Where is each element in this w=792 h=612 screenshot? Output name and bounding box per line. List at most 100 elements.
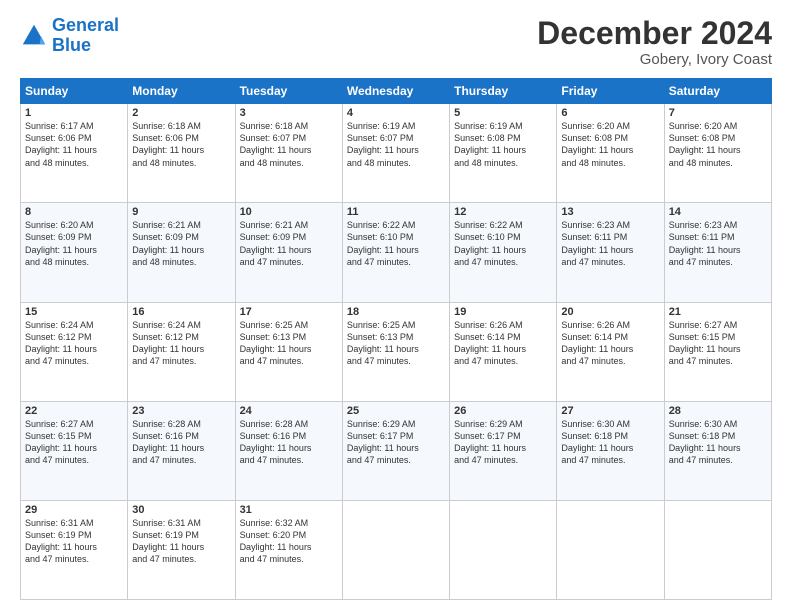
logo-line2: Blue	[52, 35, 91, 55]
day-info: Sunrise: 6:18 AMSunset: 6:06 PMDaylight:…	[132, 121, 204, 167]
day-info: Sunrise: 6:25 AMSunset: 6:13 PMDaylight:…	[347, 320, 419, 366]
day-info: Sunrise: 6:31 AMSunset: 6:19 PMDaylight:…	[25, 518, 97, 564]
day-info: Sunrise: 6:30 AMSunset: 6:18 PMDaylight:…	[669, 419, 741, 465]
calendar-cell	[450, 500, 557, 599]
day-number: 21	[669, 306, 767, 318]
calendar-cell: 11 Sunrise: 6:22 AMSunset: 6:10 PMDayligh…	[342, 203, 449, 302]
day-number: 19	[454, 306, 552, 318]
logo-text: General Blue	[52, 16, 119, 56]
calendar-cell: 19Sunrise: 6:26 AMSunset: 6:14 PMDayligh…	[450, 302, 557, 401]
day-info: Sunrise: 6:28 AMSunset: 6:16 PMDaylight:…	[240, 419, 312, 465]
calendar-cell: 20Sunrise: 6:26 AMSunset: 6:14 PMDayligh…	[557, 302, 664, 401]
day-number: 4	[347, 107, 445, 119]
day-info: Sunrise: 6:29 AMSunset: 6:17 PMDaylight:…	[454, 419, 526, 465]
calendar-week-4: 22 Sunrise: 6:27 AMSunset: 6:15 PMDayligh…	[21, 401, 772, 500]
day-number: 13	[561, 206, 659, 218]
logo-line1: General	[52, 15, 119, 35]
day-number: 27	[561, 405, 659, 417]
calendar-cell: 27 Sunrise: 6:30 AMSunset: 6:18 PMDayligh…	[557, 401, 664, 500]
day-number: 11	[347, 206, 445, 218]
calendar-cell: 23Sunrise: 6:28 AMSunset: 6:16 PMDayligh…	[128, 401, 235, 500]
day-info: Sunrise: 6:27 AMSunset: 6:15 PMDaylight:…	[669, 320, 741, 366]
page: General Blue December 2024 Gobery, Ivory…	[0, 0, 792, 612]
day-info: Sunrise: 6:22 AMSunset: 6:10 PMDaylight:…	[347, 220, 419, 266]
calendar-week-1: 1 Sunrise: 6:17 AMSunset: 6:06 PMDaylight…	[21, 104, 772, 203]
day-number: 7	[669, 107, 767, 119]
calendar-cell: 10 Sunrise: 6:21 AMSunset: 6:09 PMDayligh…	[235, 203, 342, 302]
title-block: December 2024 Gobery, Ivory Coast	[537, 16, 772, 68]
col-monday: Monday	[128, 79, 235, 104]
day-info: Sunrise: 6:20 AMSunset: 6:08 PMDaylight:…	[669, 121, 741, 167]
day-info: Sunrise: 6:21 AMSunset: 6:09 PMDaylight:…	[240, 220, 312, 266]
day-number: 9	[132, 206, 230, 218]
header-row: Sunday Monday Tuesday Wednesday Thursday…	[21, 79, 772, 104]
calendar-cell: 28 Sunrise: 6:30 AMSunset: 6:18 PMDayligh…	[664, 401, 771, 500]
calendar-cell: 4 Sunrise: 6:19 AMSunset: 6:07 PMDaylight…	[342, 104, 449, 203]
col-saturday: Saturday	[664, 79, 771, 104]
day-info: Sunrise: 6:22 AMSunset: 6:10 PMDaylight:…	[454, 220, 526, 266]
day-number: 24	[240, 405, 338, 417]
day-number: 12	[454, 206, 552, 218]
day-number: 30	[132, 504, 230, 516]
calendar-body: 1 Sunrise: 6:17 AMSunset: 6:06 PMDaylight…	[21, 104, 772, 600]
day-info: Sunrise: 6:23 AMSunset: 6:11 PMDaylight:…	[669, 220, 741, 266]
calendar-cell: 14 Sunrise: 6:23 AMSunset: 6:11 PMDayligh…	[664, 203, 771, 302]
calendar-cell: 3Sunrise: 6:18 AMSunset: 6:07 PMDaylight…	[235, 104, 342, 203]
calendar-cell: 16 Sunrise: 6:24 AMSunset: 6:12 PMDayligh…	[128, 302, 235, 401]
day-info: Sunrise: 6:20 AMSunset: 6:08 PMDaylight:…	[561, 121, 633, 167]
col-wednesday: Wednesday	[342, 79, 449, 104]
day-info: Sunrise: 6:31 AMSunset: 6:19 PMDaylight:…	[132, 518, 204, 564]
day-info: Sunrise: 6:17 AMSunset: 6:06 PMDaylight:…	[25, 121, 97, 167]
day-info: Sunrise: 6:19 AMSunset: 6:07 PMDaylight:…	[347, 121, 419, 167]
day-info: Sunrise: 6:18 AMSunset: 6:07 PMDaylight:…	[240, 121, 312, 167]
day-number: 14	[669, 206, 767, 218]
day-number: 2	[132, 107, 230, 119]
day-info: Sunrise: 6:28 AMSunset: 6:16 PMDaylight:…	[132, 419, 204, 465]
calendar-week-2: 8Sunrise: 6:20 AMSunset: 6:09 PMDaylight…	[21, 203, 772, 302]
calendar-cell: 15 Sunrise: 6:24 AMSunset: 6:12 PMDayligh…	[21, 302, 128, 401]
calendar-cell: 7 Sunrise: 6:20 AMSunset: 6:08 PMDaylight…	[664, 104, 771, 203]
day-number: 22	[25, 405, 123, 417]
day-info: Sunrise: 6:29 AMSunset: 6:17 PMDaylight:…	[347, 419, 419, 465]
calendar-cell: 29Sunrise: 6:31 AMSunset: 6:19 PMDayligh…	[21, 500, 128, 599]
day-info: Sunrise: 6:27 AMSunset: 6:15 PMDaylight:…	[25, 419, 97, 465]
main-title: December 2024	[537, 16, 772, 51]
calendar-cell: 6 Sunrise: 6:20 AMSunset: 6:08 PMDaylight…	[557, 104, 664, 203]
col-sunday: Sunday	[21, 79, 128, 104]
header: General Blue December 2024 Gobery, Ivory…	[20, 16, 772, 68]
subtitle: Gobery, Ivory Coast	[537, 51, 772, 68]
day-number: 18	[347, 306, 445, 318]
calendar-week-3: 15 Sunrise: 6:24 AMSunset: 6:12 PMDayligh…	[21, 302, 772, 401]
day-info: Sunrise: 6:24 AMSunset: 6:12 PMDaylight:…	[25, 320, 97, 366]
day-number: 16	[132, 306, 230, 318]
day-info: Sunrise: 6:19 AMSunset: 6:08 PMDaylight:…	[454, 121, 526, 167]
calendar-cell: 13 Sunrise: 6:23 AMSunset: 6:11 PMDayligh…	[557, 203, 664, 302]
day-number: 28	[669, 405, 767, 417]
calendar-cell: 21 Sunrise: 6:27 AMSunset: 6:15 PMDayligh…	[664, 302, 771, 401]
day-number: 15	[25, 306, 123, 318]
col-friday: Friday	[557, 79, 664, 104]
calendar-cell: 8Sunrise: 6:20 AMSunset: 6:09 PMDaylight…	[21, 203, 128, 302]
calendar-cell: 31Sunrise: 6:32 AMSunset: 6:20 PMDayligh…	[235, 500, 342, 599]
day-info: Sunrise: 6:25 AMSunset: 6:13 PMDaylight:…	[240, 320, 312, 366]
day-info: Sunrise: 6:24 AMSunset: 6:12 PMDaylight:…	[132, 320, 204, 366]
calendar-cell: 22 Sunrise: 6:27 AMSunset: 6:15 PMDayligh…	[21, 401, 128, 500]
calendar-week-5: 29Sunrise: 6:31 AMSunset: 6:19 PMDayligh…	[21, 500, 772, 599]
day-info: Sunrise: 6:30 AMSunset: 6:18 PMDaylight:…	[561, 419, 633, 465]
calendar-cell: 5Sunrise: 6:19 AMSunset: 6:08 PMDaylight…	[450, 104, 557, 203]
day-info: Sunrise: 6:21 AMSunset: 6:09 PMDaylight:…	[132, 220, 204, 266]
calendar-cell: 24 Sunrise: 6:28 AMSunset: 6:16 PMDayligh…	[235, 401, 342, 500]
day-info: Sunrise: 6:23 AMSunset: 6:11 PMDaylight:…	[561, 220, 633, 266]
logo-icon	[20, 22, 48, 50]
day-number: 10	[240, 206, 338, 218]
col-thursday: Thursday	[450, 79, 557, 104]
calendar-cell: 17Sunrise: 6:25 AMSunset: 6:13 PMDayligh…	[235, 302, 342, 401]
logo: General Blue	[20, 16, 119, 56]
day-info: Sunrise: 6:26 AMSunset: 6:14 PMDaylight:…	[561, 320, 633, 366]
day-number: 1	[25, 107, 123, 119]
calendar-table: Sunday Monday Tuesday Wednesday Thursday…	[20, 78, 772, 600]
calendar-cell	[664, 500, 771, 599]
calendar-cell: 9 Sunrise: 6:21 AMSunset: 6:09 PMDaylight…	[128, 203, 235, 302]
day-number: 6	[561, 107, 659, 119]
calendar-cell: 2 Sunrise: 6:18 AMSunset: 6:06 PMDaylight…	[128, 104, 235, 203]
